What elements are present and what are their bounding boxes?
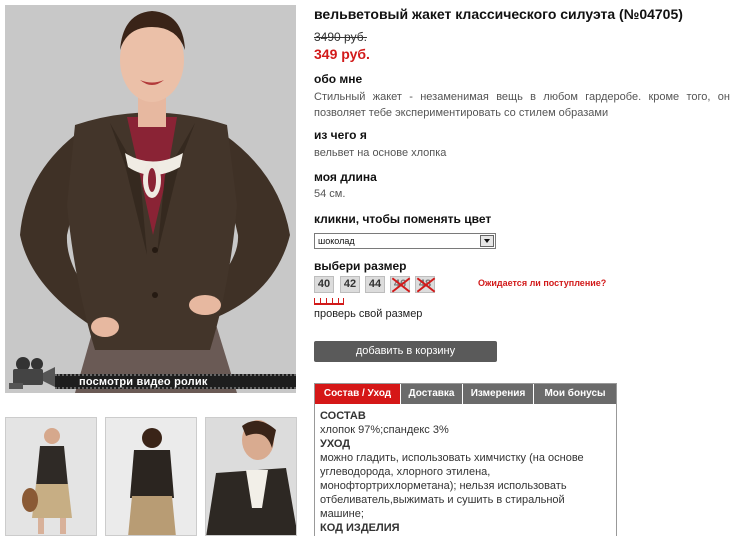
awaiting-stock-link[interactable]: Ожидается ли поступление?: [478, 278, 606, 288]
material-text: вельвет на основе хлопка: [314, 147, 447, 159]
info-tabs-panel: Состав / Уход Доставка Измерения Мои бон…: [314, 383, 617, 536]
new-price: 349 руб.: [314, 46, 370, 62]
model-photo-illustration: [5, 5, 296, 393]
size-option-40[interactable]: 40: [314, 276, 334, 293]
tab-bonuses[interactable]: Мои бонусы: [534, 384, 616, 404]
size-option-46-unavailable: 46: [390, 276, 410, 293]
color-heading: кликни, чтобы поменять цвет: [314, 212, 492, 226]
check-size-link[interactable]: проверь свой размер: [314, 308, 422, 320]
old-price: 3490 руб.: [314, 30, 367, 44]
length-text: 54 см.: [314, 188, 346, 200]
size-option-42[interactable]: 42: [340, 276, 360, 293]
thumbnail-2-image: [106, 418, 196, 535]
size-option-44[interactable]: 44: [365, 276, 385, 293]
length-heading: моя длина: [314, 170, 377, 184]
product-title: вельветовый жакет классического силуэта …: [314, 6, 683, 22]
ruler-icon: [314, 298, 344, 305]
color-select[interactable]: шоколад: [314, 233, 496, 249]
video-link[interactable]: посмотри видео ролик: [5, 357, 296, 393]
thumbnail-1[interactable]: [5, 417, 97, 536]
color-select-value: шоколад: [318, 236, 355, 246]
size-option-48-unavailable: 48: [415, 276, 435, 293]
product-code-heading: КОД ИЗДЕЛИЯ: [320, 522, 400, 534]
video-link-label: посмотри видео ролик: [79, 376, 208, 388]
dropdown-arrow-icon[interactable]: [480, 235, 494, 247]
about-heading: обо мне: [314, 72, 363, 86]
care-text: можно гладить, использовать химчистку (н…: [320, 452, 584, 520]
tab-content: СОСТАВ хлопок 97%;спандекс 3% УХОД можно…: [315, 405, 616, 536]
material-heading: из чего я: [314, 128, 367, 142]
thumbnail-3-image: [206, 418, 296, 535]
size-heading: выбери размер: [314, 259, 407, 273]
thumbnail-strip: [5, 417, 297, 536]
composition-text: хлопок 97%;спандекс 3%: [320, 424, 449, 436]
main-product-photo[interactable]: посмотри видео ролик: [5, 5, 296, 393]
thumbnail-3[interactable]: [205, 417, 297, 536]
thumbnail-2[interactable]: [105, 417, 197, 536]
composition-heading: СОСТАВ: [320, 410, 366, 422]
tab-bar: Состав / Уход Доставка Измерения Мои бон…: [315, 384, 616, 405]
care-heading: УХОД: [320, 438, 351, 450]
tab-delivery[interactable]: Доставка: [401, 384, 463, 404]
tab-measurements[interactable]: Измерения: [463, 384, 534, 404]
thumbnail-1-image: [6, 418, 96, 535]
tab-composition-care[interactable]: Состав / Уход: [315, 384, 401, 404]
add-to-cart-button[interactable]: добавить в корзину: [314, 341, 497, 362]
video-camera-icon: [9, 357, 55, 389]
about-text: Стильный жакет - незаменимая вещь в любо…: [314, 91, 730, 119]
